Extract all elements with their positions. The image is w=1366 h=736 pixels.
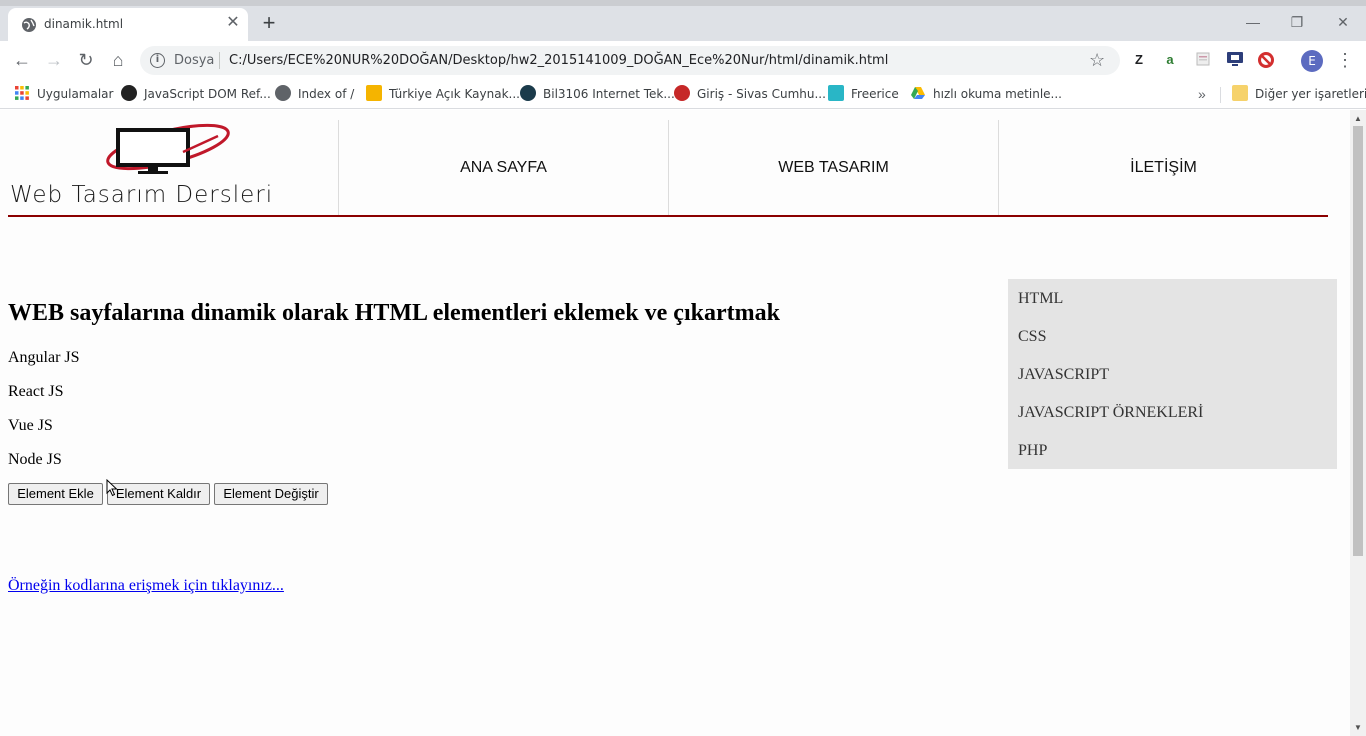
extension-block-icon[interactable] <box>1257 51 1275 69</box>
page-title: WEB sayfalarına dinamik olarak HTML elem… <box>8 300 780 326</box>
browser-toolbar: ← → ↻ ⌂ i Dosya C:/Users/ECE%20NUR%20DOĞ… <box>0 41 1366 79</box>
sidebar-item-php[interactable]: PHP <box>1018 442 1047 460</box>
google-drive-icon <box>911 87 925 99</box>
home-icon[interactable]: ⌂ <box>106 49 130 71</box>
tab-strip: dinamik.html ✕ + — ❐ ✕ <box>0 0 1366 41</box>
bookmark-label: Türkiye Açık Kaynak... <box>389 87 520 101</box>
nav-iletisim[interactable]: İLETİŞİM <box>998 120 1328 215</box>
forward-icon[interactable]: → <box>42 49 66 71</box>
bookmark-bil3106[interactable]: Bil3106 Internet Tek... <box>520 84 675 104</box>
code-link[interactable]: Örneğin kodlarına erişmek için tıklayını… <box>8 577 284 595</box>
bookmark-javascript-dom[interactable]: JavaScript DOM Ref... <box>121 84 271 104</box>
remove-element-button[interactable]: Element Kaldır <box>107 483 210 505</box>
folder-icon <box>1232 85 1248 101</box>
restore-icon[interactable]: ❐ <box>1274 10 1320 34</box>
browser-tab[interactable]: dinamik.html ✕ <box>8 8 248 41</box>
sidebar: HTML CSS JAVASCRIPT JAVASCRIPT ÖRNEKLERİ… <box>1008 279 1337 469</box>
tab-title: dinamik.html <box>44 17 124 31</box>
extension-z-icon[interactable]: Z <box>1130 51 1148 69</box>
logo-text: Web Tasarım Dersleri <box>10 182 274 208</box>
bookmark-label: hızlı okuma metinle... <box>933 87 1062 101</box>
bookmark-label: Uygulamalar <box>37 87 114 101</box>
s-logo-icon <box>520 85 536 101</box>
extension-screen-icon[interactable] <box>1226 51 1244 69</box>
bookmark-giris-sivas[interactable]: Giriş - Sivas Cumhu... <box>674 84 826 104</box>
monitor-logo-icon <box>106 123 230 174</box>
k-logo-icon <box>366 85 382 101</box>
back-icon[interactable]: ← <box>10 49 34 71</box>
close-tab-icon[interactable]: ✕ <box>224 14 242 32</box>
site-info-icon[interactable]: i <box>150 53 165 68</box>
s-logo-icon <box>121 85 137 101</box>
sidebar-item-javascript[interactable]: JAVASCRIPT <box>1018 366 1109 384</box>
bookmark-label: Freerice <box>851 87 899 101</box>
item-react: React JS <box>8 383 64 400</box>
sidebar-item-css[interactable]: CSS <box>1018 328 1046 346</box>
mouse-cursor-icon <box>106 479 118 497</box>
minimize-icon[interactable]: — <box>1230 10 1276 34</box>
sidebar-item-html[interactable]: HTML <box>1018 290 1063 308</box>
bookmarks-overflow-icon[interactable]: » <box>1198 84 1206 104</box>
globe-icon <box>22 18 36 32</box>
university-logo-icon <box>674 85 690 101</box>
other-bookmarks[interactable]: Diğer yer işaretleri <box>1232 84 1366 104</box>
extension-a-icon[interactable]: a <box>1161 51 1179 69</box>
address-url[interactable]: C:/Users/ECE%20NUR%20DOĞAN/Desktop/hw2_2… <box>229 53 888 68</box>
browser-menu-icon[interactable]: ⋮ <box>1336 49 1354 71</box>
other-bookmarks-label: Diğer yer işaretleri <box>1255 87 1366 101</box>
bookmark-label: Giriş - Sivas Cumhu... <box>697 87 826 101</box>
bookmark-turkiye-acik-kaynak[interactable]: Türkiye Açık Kaynak... <box>366 84 520 104</box>
scrollbar-thumb[interactable] <box>1353 126 1363 556</box>
globe-icon <box>275 85 291 101</box>
bookmark-label: Index of / <box>298 87 355 101</box>
new-tab-icon[interactable]: + <box>259 12 279 34</box>
scroll-up-icon[interactable]: ▲ <box>1354 114 1362 123</box>
site-logo[interactable]: Web Tasarım Dersleri <box>8 120 338 215</box>
item-node: Node JS <box>8 451 62 468</box>
scroll-down-icon[interactable]: ▼ <box>1354 723 1362 732</box>
bookmark-hizli-okuma[interactable]: hızlı okuma metinle... <box>910 84 1062 104</box>
address-scheme: Dosya <box>174 53 215 68</box>
bookmarks-separator <box>1220 87 1221 103</box>
reload-icon[interactable]: ↻ <box>74 49 98 71</box>
apps-grid-icon <box>15 86 29 100</box>
nav-web-tasarim[interactable]: WEB TASARIM <box>668 120 998 215</box>
site-header: Web Tasarım Dersleri ANA SAYFA WEB TASAR… <box>8 120 1328 217</box>
bookmark-label: JavaScript DOM Ref... <box>144 87 271 101</box>
close-window-icon[interactable]: ✕ <box>1320 10 1366 34</box>
bookmark-star-icon[interactable]: ☆ <box>1089 50 1105 71</box>
sidebar-item-javascript-ornekleri[interactable]: JAVASCRIPT ÖRNEKLERİ <box>1018 404 1203 422</box>
item-vue: Vue JS <box>8 417 53 434</box>
vertical-scrollbar[interactable]: ▲ ▼ <box>1350 110 1366 736</box>
bookmark-index-of[interactable]: Index of / <box>275 84 354 104</box>
change-element-button[interactable]: Element Değiştir <box>214 483 328 505</box>
nav-ana-sayfa[interactable]: ANA SAYFA <box>338 120 668 215</box>
address-bar[interactable]: i Dosya C:/Users/ECE%20NUR%20DOĞAN/Deskt… <box>140 46 1120 75</box>
bookmark-apps[interactable]: Uygulamalar <box>14 84 113 104</box>
bookmark-freerice[interactable]: Freerice <box>828 84 899 104</box>
add-element-button[interactable]: Element Ekle <box>8 483 103 505</box>
page-viewport: Web Tasarım Dersleri ANA SAYFA WEB TASAR… <box>0 110 1366 736</box>
bookmark-label: Bil3106 Internet Tek... <box>543 87 675 101</box>
tab-strip-top-border <box>0 0 1366 6</box>
profile-avatar[interactable]: E <box>1301 50 1323 72</box>
item-angular: Angular JS <box>8 349 80 366</box>
extension-page-icon[interactable] <box>1194 51 1212 69</box>
address-separator <box>219 52 220 69</box>
freerice-icon <box>828 85 844 101</box>
bookmarks-bar: Uygulamalar JavaScript DOM Ref... Index … <box>0 79 1366 109</box>
